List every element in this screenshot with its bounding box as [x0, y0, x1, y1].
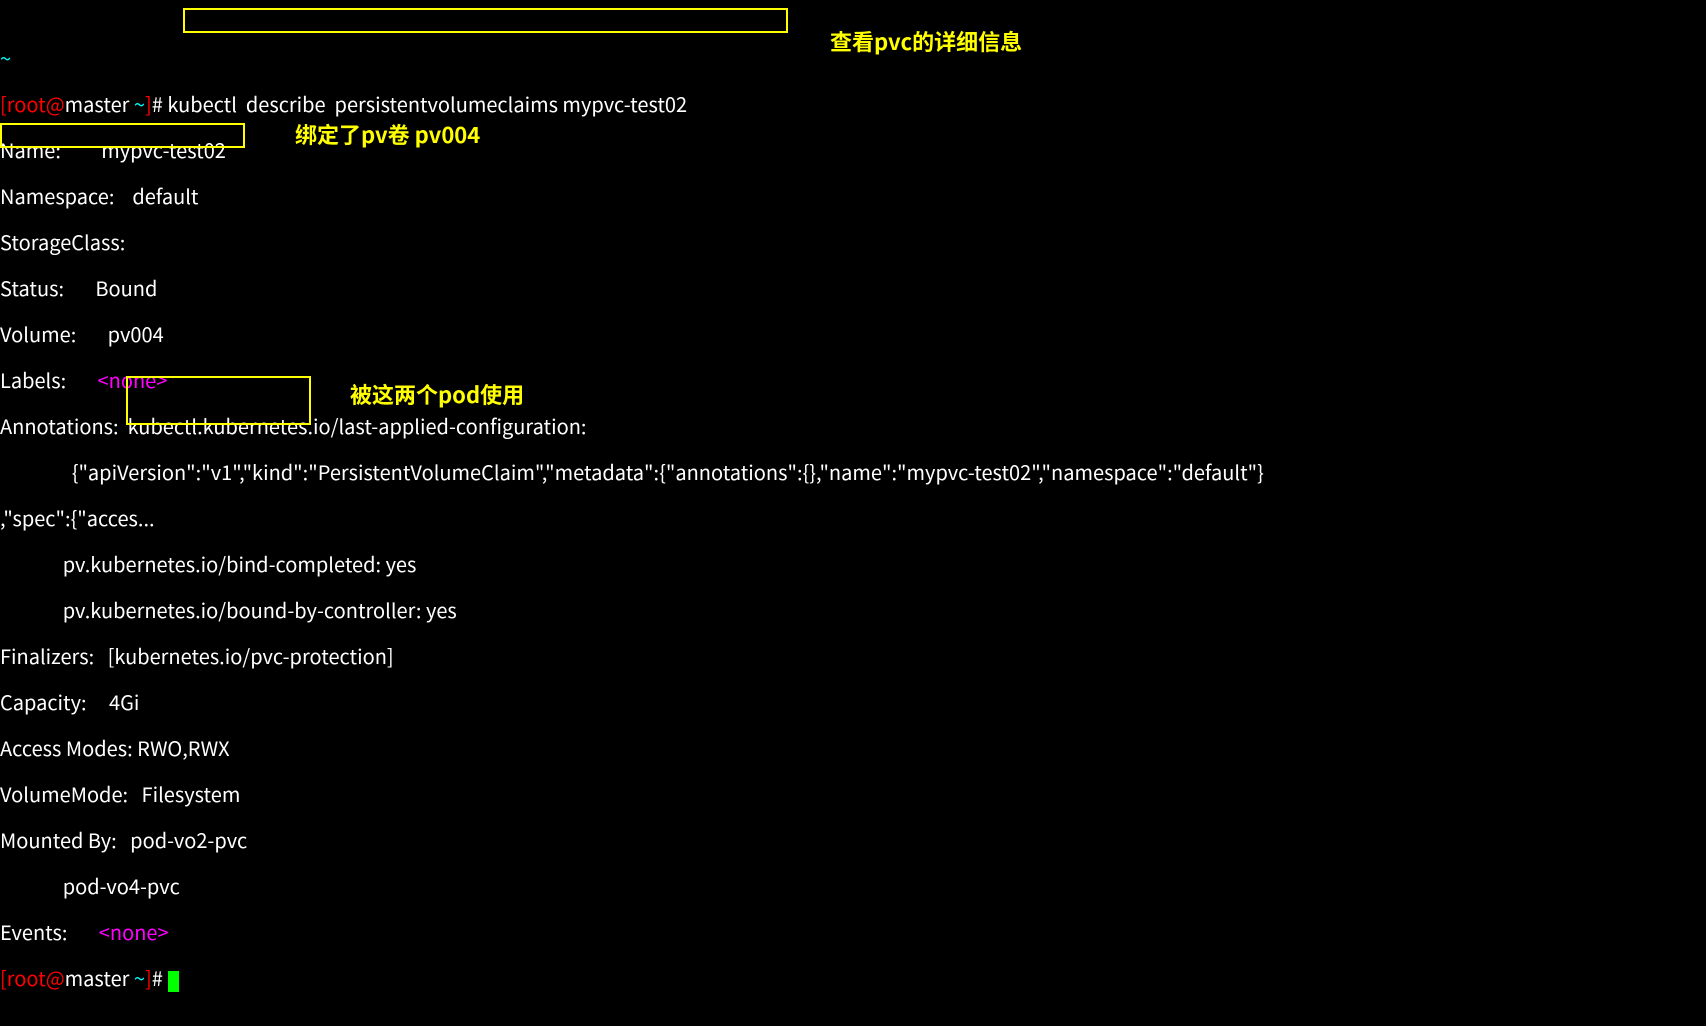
line-storageclass: StorageClass: — [0, 230, 1706, 253]
line-name: Name: mypvc-test02 — [0, 138, 1706, 161]
value-access-modes: RWO,RWX — [137, 733, 230, 762]
label-capacity: Capacity: — [0, 687, 109, 716]
line-annotations-2: {"apiVersion":"v1","kind":"PersistentVol… — [0, 460, 1706, 483]
label-status: Status: — [0, 273, 95, 302]
line-capacity: Capacity: 4Gi — [0, 690, 1706, 713]
value-annotations-1: kubectl.kubernetes.io/last-applied-confi… — [128, 411, 587, 440]
indent-mounted-by-2 — [0, 871, 63, 900]
label-name: Name: — [0, 135, 101, 164]
line-bind-completed: pv.kubernetes.io/bind-completed: yes — [0, 552, 1706, 575]
indent-bind-completed — [0, 549, 63, 578]
indent-annotations — [0, 457, 72, 486]
value-volume-mode: Filesystem — [142, 779, 241, 808]
prompt2-open: [ — [0, 963, 7, 992]
label-volume-mode: VolumeMode: — [0, 779, 142, 808]
line-volume: Volume: pv004 — [0, 322, 1706, 345]
value-mounted-by-1: pod-vo2-pvc — [130, 825, 247, 854]
line-finalizers: Finalizers: [kubernetes.io/pvc-protectio… — [0, 644, 1706, 667]
terminal-window[interactable]: ~ [root@master ~]# kubectl describe pers… — [0, 0, 1706, 513]
command-text: kubectl describe persistentvolumeclaims … — [167, 89, 687, 118]
prompt-host: master — [65, 89, 130, 118]
prompt2-hash: # — [152, 963, 168, 992]
label-volume: Volume: — [0, 319, 108, 348]
line-events: Events: <none> — [0, 920, 1706, 943]
value-namespace: default — [132, 181, 198, 210]
prompt-close: ] — [145, 89, 152, 118]
line-access-modes: Access Modes: RWO,RWX — [0, 736, 1706, 759]
line-prompt-cmd: [root@master ~]# kubectl describe persis… — [0, 92, 1706, 115]
line-cutoff: ~ — [0, 46, 1706, 69]
prompt-user: root — [7, 89, 46, 118]
prompt-path: ~ — [129, 89, 145, 118]
prompt2-at: @ — [46, 963, 65, 992]
value-annotations-2: {"apiVersion":"v1","kind":"PersistentVol… — [72, 457, 1264, 486]
value-capacity: 4Gi — [109, 687, 139, 716]
label-events: Events: — [0, 917, 99, 946]
line-annotations-wrap: ,"spec":{"acces... — [0, 506, 1706, 529]
value-labels: <none> — [98, 365, 168, 394]
prompt2-user: root — [7, 963, 46, 992]
value-bind-completed: pv.kubernetes.io/bind-completed: yes — [63, 549, 417, 578]
line-namespace: Namespace: default — [0, 184, 1706, 207]
line-volume-mode: VolumeMode: Filesystem — [0, 782, 1706, 805]
value-events: <none> — [99, 917, 169, 946]
prompt-hash: # — [152, 89, 168, 118]
prompt2-path: ~ — [129, 963, 145, 992]
line-mounted-by-2: pod-vo4-pvc — [0, 874, 1706, 897]
value-mounted-by-2: pod-vo4-pvc — [63, 871, 180, 900]
label-annotations: Annotations: — [0, 411, 128, 440]
line-status: Status: Bound — [0, 276, 1706, 299]
value-bound-by-controller: pv.kubernetes.io/bound-by-controller: ye… — [63, 595, 457, 624]
line-labels: Labels: <none> — [0, 368, 1706, 391]
prompt2-host: master — [65, 963, 130, 992]
label-mounted-by: Mounted By: — [0, 825, 130, 854]
value-volume: pv004 — [108, 319, 164, 348]
prompt-at: @ — [46, 89, 65, 118]
cursor-icon — [168, 971, 179, 992]
line-annotations-1: Annotations: kubectl.kubernetes.io/last-… — [0, 414, 1706, 437]
label-access-modes: Access Modes: — [0, 733, 137, 762]
value-annotations-wrap: ,"spec":{"acces... — [0, 503, 155, 532]
label-namespace: Namespace: — [0, 181, 132, 210]
cutoff-char: ~ — [0, 43, 11, 72]
prompt2-close: ] — [145, 963, 152, 992]
value-finalizers: [kubernetes.io/pvc-protection] — [108, 641, 394, 670]
label-finalizers: Finalizers: — [0, 641, 108, 670]
value-status: Bound — [95, 273, 157, 302]
indent-bound-by-controller — [0, 595, 63, 624]
label-storageclass: StorageClass: — [0, 227, 130, 256]
value-name: mypvc-test02 — [101, 135, 226, 164]
line-mounted-by-1: Mounted By: pod-vo2-pvc — [0, 828, 1706, 851]
line-prompt-2: [root@master ~]# — [0, 966, 1706, 992]
prompt-open: [ — [0, 89, 7, 118]
label-labels: Labels: — [0, 365, 98, 394]
line-bound-by-controller: pv.kubernetes.io/bound-by-controller: ye… — [0, 598, 1706, 621]
